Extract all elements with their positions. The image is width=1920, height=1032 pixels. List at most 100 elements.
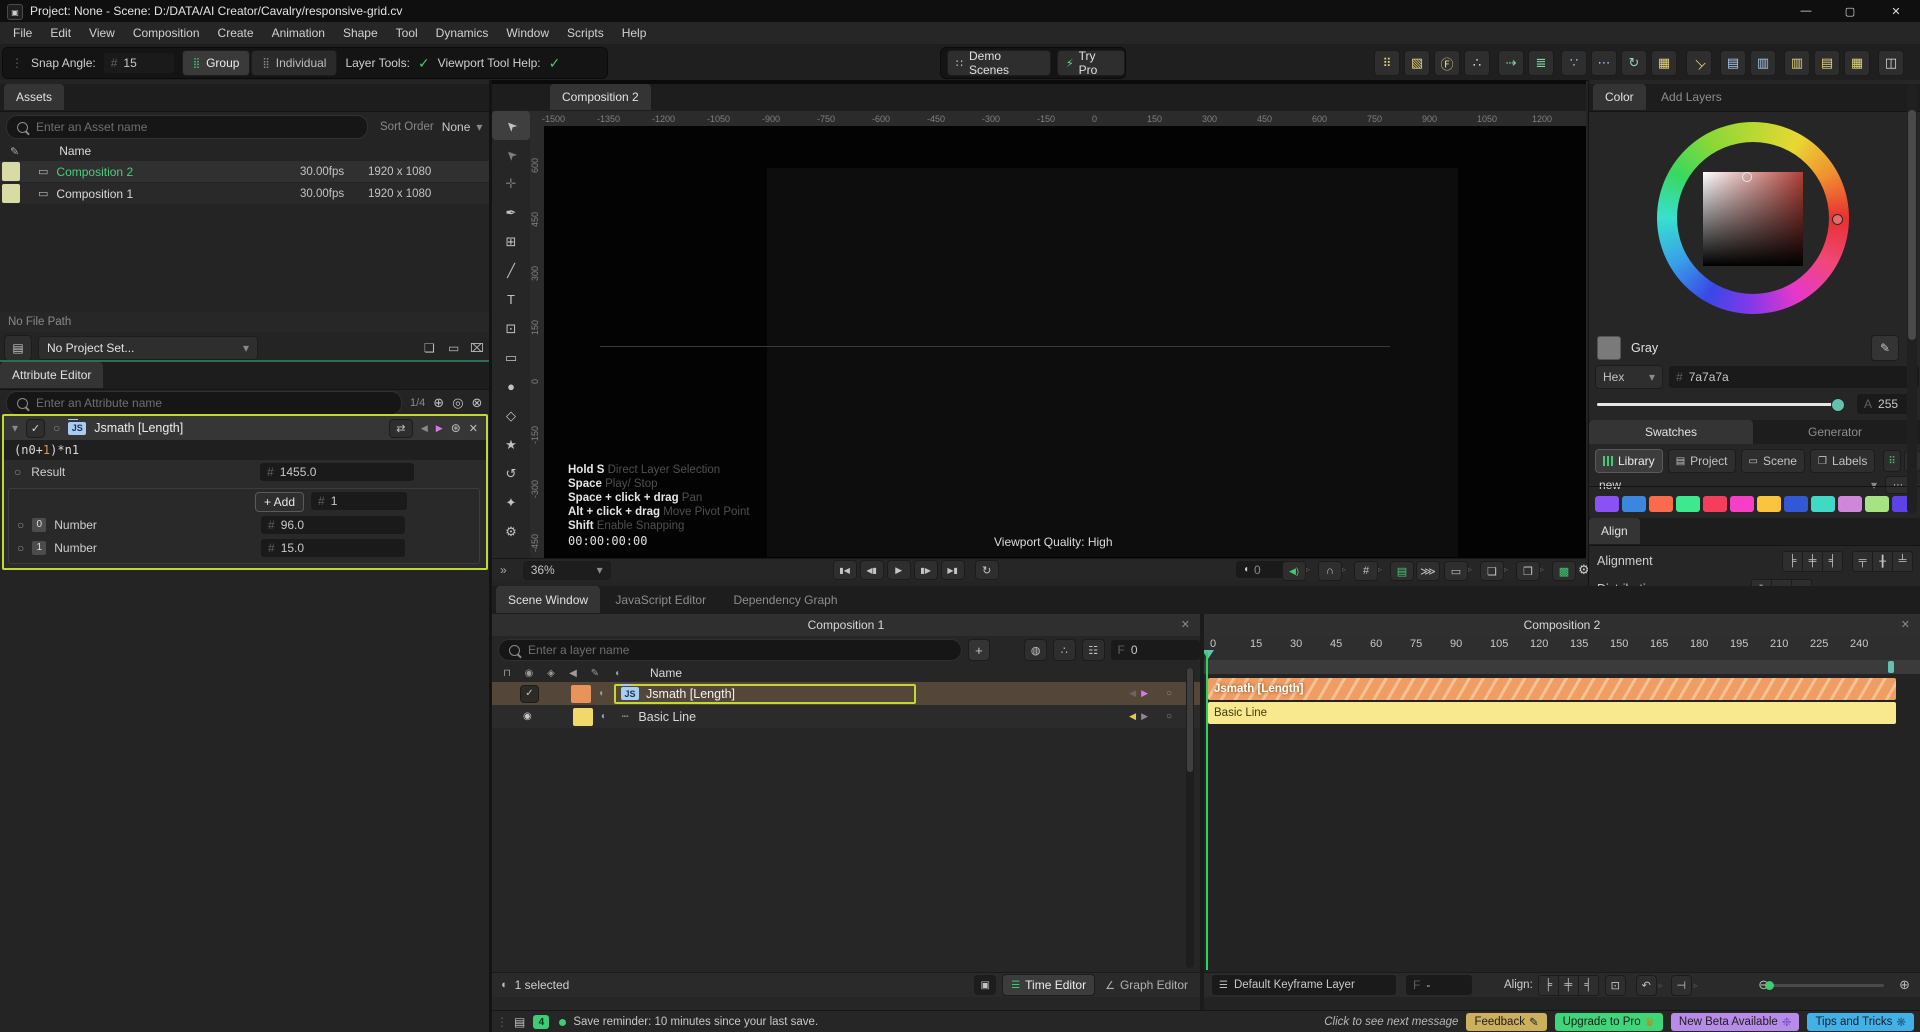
project-select-dropdown[interactable]: No Project Set...▾ <box>38 336 258 360</box>
pen-tool[interactable]: ✒ <box>492 198 530 227</box>
polygon-tool[interactable]: ◇ <box>492 401 530 430</box>
text-tool[interactable]: T <box>492 285 530 314</box>
starburst-tool[interactable]: ✦ <box>492 488 530 517</box>
attribute-search-input[interactable] <box>34 395 391 411</box>
graph-editor-button[interactable]: ∠Graph Editor <box>1099 975 1194 995</box>
expand-arrow-icon[interactable]: ▹ <box>1468 565 1472 574</box>
connector-circle-icon[interactable]: ○ <box>17 518 24 532</box>
scatter-filter-icon[interactable]: ∴ <box>1053 639 1076 661</box>
close-panel-icon[interactable]: ✕ <box>1181 618 1190 631</box>
tab-scene-window[interactable]: Scene Window <box>496 586 600 613</box>
jump-end-button[interactable]: ▶▮ <box>941 560 965 580</box>
color-panel-scrollbar[interactable] <box>1907 84 1917 514</box>
layout-rows-icon[interactable]: ▤ <box>1814 50 1840 76</box>
tab-attribute-editor[interactable]: Attribute Editor <box>0 362 103 388</box>
expand-arrow-icon[interactable]: ▹ <box>1694 981 1698 990</box>
current-color-swatch[interactable] <box>1597 336 1621 360</box>
select-tool[interactable]: ➤ <box>492 111 530 140</box>
camera-toggle-icon[interactable]: ◖ <box>598 688 604 699</box>
timeline-zoom-track[interactable] <box>1766 984 1884 987</box>
expand-arrow-icon[interactable]: ▹ <box>1306 565 1310 574</box>
step-forward-button[interactable]: ▮▶ <box>914 560 938 580</box>
camera-icon[interactable]: ◖ <box>606 668 628 679</box>
lock-icon[interactable]: ⊓ <box>496 668 518 679</box>
spreadsheet-icon[interactable]: ▦ <box>1651 50 1677 76</box>
menu-edit[interactable]: Edit <box>41 26 80 40</box>
folder-icon[interactable]: ❏ <box>424 341 435 355</box>
duplicator-icon[interactable]: ⠿ <box>1374 50 1400 76</box>
tab-generator[interactable]: Generator <box>1753 420 1917 444</box>
timeline-workarea-strip[interactable] <box>1204 660 1920 674</box>
result-field[interactable]: #1455.0 <box>260 463 414 481</box>
stack-right-icon[interactable]: ▥ <box>1750 50 1776 76</box>
asset-name[interactable]: Composition 2 <box>56 165 133 179</box>
snapping-toggle-icon[interactable]: ∩ <box>1318 561 1342 581</box>
out-handle-icon[interactable]: ▶ <box>1141 711 1148 722</box>
dock-icon[interactable]: ▣ <box>974 975 996 995</box>
artboard-tool[interactable]: ⊡ <box>492 314 530 343</box>
layer-color-chip[interactable] <box>571 685 591 703</box>
workarea-end-marker[interactable] <box>1888 661 1894 673</box>
render-camera-icon[interactable]: ◫ <box>1878 50 1904 76</box>
upgrade-to-pro-button[interactable]: Upgrade to Pro♛ <box>1555 1013 1663 1031</box>
loop-ring-icon[interactable]: ○ <box>1166 688 1172 699</box>
tab-dependency-graph[interactable]: Dependency Graph <box>721 586 849 613</box>
asset-eyedropper-icon[interactable]: ✎ <box>10 145 19 158</box>
layers-toggle-icon[interactable]: ❏ <box>1480 561 1504 581</box>
kf-align-left-icon[interactable]: ╞ <box>1538 975 1559 996</box>
menu-scripts[interactable]: Scripts <box>558 26 613 40</box>
expand-arrow-icon[interactable]: ▹ <box>1342 565 1346 574</box>
eye-icon[interactable]: ◉ <box>518 668 540 679</box>
menu-file[interactable]: File <box>4 26 41 40</box>
timeline-bar-basic-line[interactable]: Basic Line <box>1208 702 1896 724</box>
add-count-field[interactable]: #1 <box>311 492 407 510</box>
asset-row-composition-1[interactable]: ▭ Composition 1 30.00fps 1920 x 1080 <box>0 183 489 204</box>
scatter-icon[interactable]: ∴ <box>1464 50 1490 76</box>
minimize-button[interactable]: — <box>1784 0 1828 22</box>
hue-wheel[interactable] <box>1657 122 1849 314</box>
menu-dynamics[interactable]: Dynamics <box>427 26 498 40</box>
color-swatch[interactable] <box>1757 496 1781 512</box>
tab-add-layers[interactable]: Add Layers <box>1649 84 1734 110</box>
composition-area[interactable] <box>767 168 1458 557</box>
play-button[interactable]: ▶ <box>887 560 911 580</box>
filter-scene-button[interactable]: ▭Scene <box>1741 449 1805 473</box>
layer-name[interactable]: Jsmath [Length] <box>646 687 735 701</box>
collapse-chevron-icon[interactable]: ▾ <box>12 421 18 435</box>
align-center-icon[interactable]: ╪ <box>1802 551 1823 572</box>
overlay-chevrons-icon[interactable]: ⋙ <box>1416 561 1440 581</box>
falloff-icon[interactable]: Ⓕ <box>1434 50 1460 76</box>
align-right-icon[interactable]: ╡ <box>1822 551 1843 572</box>
color-swatch[interactable] <box>1649 496 1673 512</box>
in-handle-icon[interactable]: ◀ <box>1129 688 1136 699</box>
enabled-check-icon[interactable]: ✓ <box>26 419 45 438</box>
color-swatch[interactable] <box>1811 496 1835 512</box>
solo-circle-icon[interactable]: ○ <box>53 421 60 435</box>
jsmath-node-header[interactable]: ▾ ✓ ○ JS Jsmath [Length] ⇄ ◀ ▶ ⊛ ✕ <box>4 416 486 440</box>
asset-row-composition-2[interactable]: ▭ Composition 2 30.00fps 1920 x 1080 <box>0 161 489 182</box>
pan-tool[interactable]: ✛ <box>492 169 530 198</box>
speaker-icon[interactable]: ◀ <box>562 668 584 679</box>
arc-turn-icon[interactable]: ↻ <box>1621 50 1647 76</box>
chevron-down-icon[interactable]: ▾ <box>1871 478 1877 492</box>
timeline-zoom-handle[interactable] <box>1765 981 1774 990</box>
feedback-button[interactable]: Feedback✎ <box>1466 1013 1546 1031</box>
viewport-zoom-dropdown[interactable]: 36%▾ <box>523 561 611 580</box>
align-top-icon[interactable]: ╤ <box>1852 551 1873 572</box>
connector-circle-icon[interactable]: ○ <box>17 541 24 555</box>
menu-shape[interactable]: Shape <box>334 26 387 40</box>
tab-javascript-editor[interactable]: JavaScript Editor <box>603 586 718 613</box>
loop-button[interactable]: ↻ <box>975 560 999 580</box>
color-swatch[interactable] <box>1730 496 1754 512</box>
layout-grid-icon[interactable]: ▦ <box>1844 50 1870 76</box>
timeline-filter-field[interactable]: F- <box>1406 975 1472 995</box>
saturation-picker-dot[interactable] <box>1742 172 1752 182</box>
stagger-icon[interactable]: ≣ <box>1528 50 1554 76</box>
trash-icon[interactable]: ⌧ <box>470 341 484 355</box>
snap-angle-field[interactable]: #15 <box>104 53 174 73</box>
layer-filter-field[interactable]: F0 <box>1111 640 1200 660</box>
extrude-cube-icon[interactable]: ▧ <box>1404 50 1430 76</box>
project-board-icon[interactable]: ▤ <box>4 335 32 361</box>
tips-and-tricks-button[interactable]: Tips and Tricks❋ <box>1807 1013 1914 1031</box>
sort-order-chevron-icon[interactable]: ▾ <box>476 120 482 134</box>
